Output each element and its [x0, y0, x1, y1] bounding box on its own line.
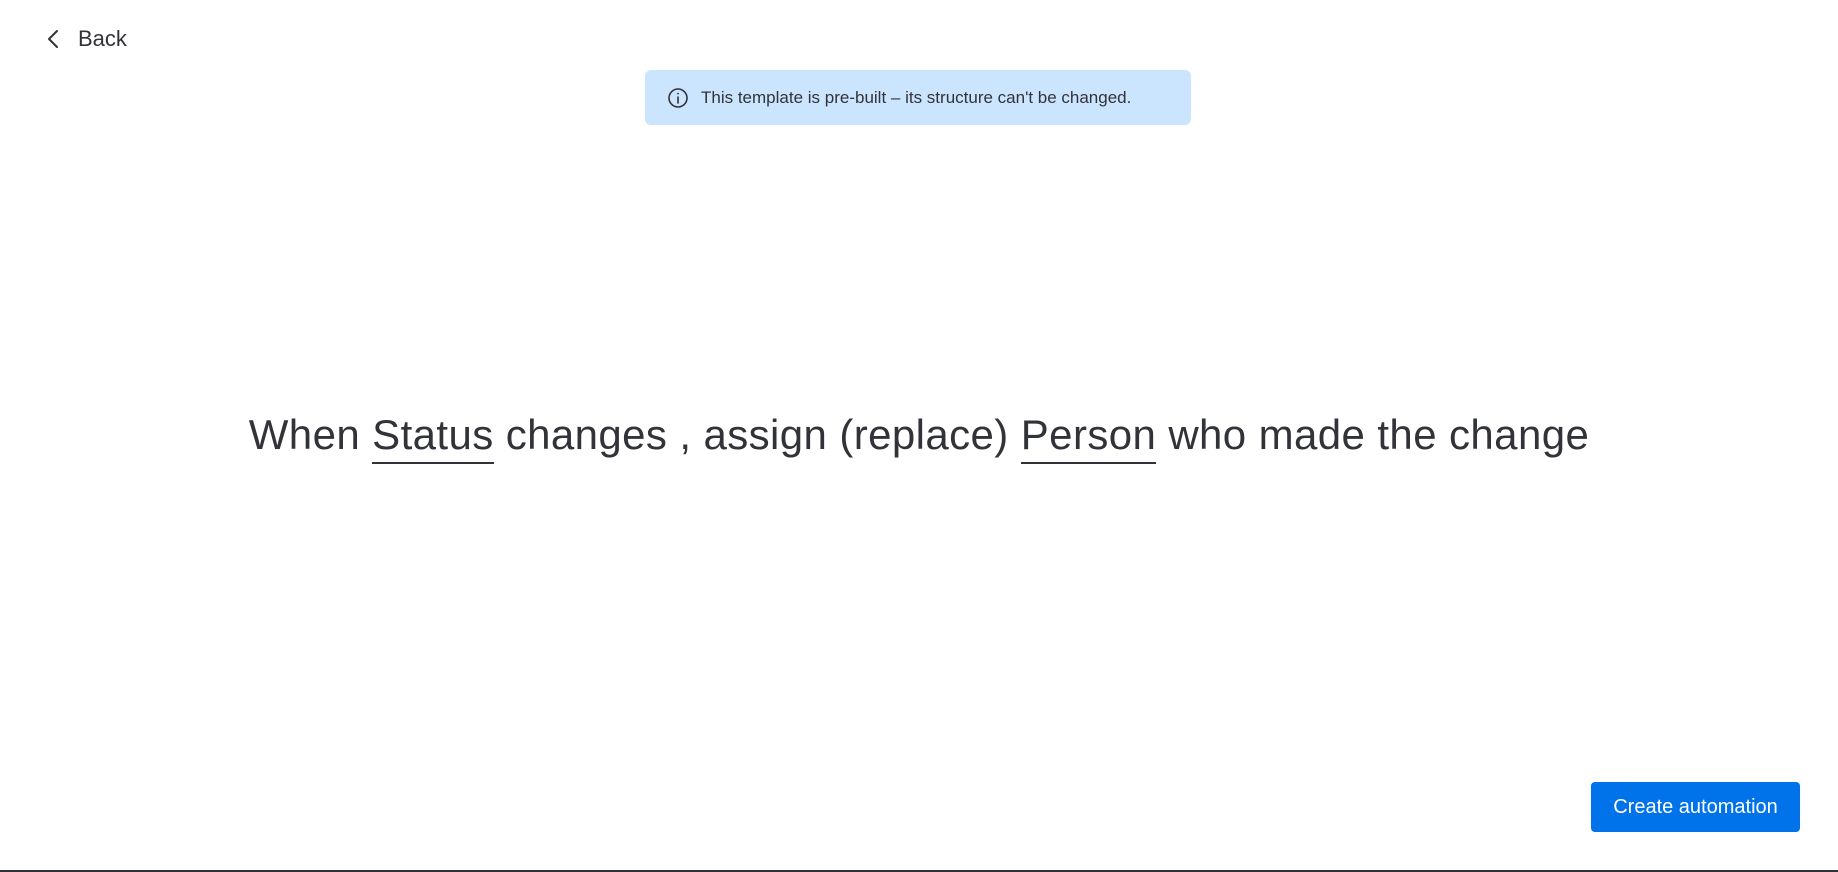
info-banner: This template is pre-built – its structu…	[645, 70, 1191, 125]
recipe-text-who-made-change: who made the change	[1156, 411, 1590, 458]
banner-text: This template is pre-built – its structu…	[701, 87, 1132, 107]
back-button[interactable]: Back	[44, 22, 127, 56]
person-column-field[interactable]: Person	[1020, 408, 1157, 464]
create-automation-button[interactable]: Create automation	[1591, 782, 1800, 832]
info-icon	[667, 87, 689, 109]
recipe-text-changes-assign: changes , assign (replace)	[493, 411, 1021, 458]
chevron-left-icon	[44, 29, 64, 49]
automation-recipe-sentence: When Status changes , assign (replace) P…	[0, 400, 1838, 470]
back-label: Back	[78, 26, 127, 51]
status-column-field[interactable]: Status	[372, 408, 494, 464]
automation-template-page: Back This template is pre-built – its st…	[0, 0, 1838, 872]
recipe-text-when: When	[248, 411, 373, 458]
